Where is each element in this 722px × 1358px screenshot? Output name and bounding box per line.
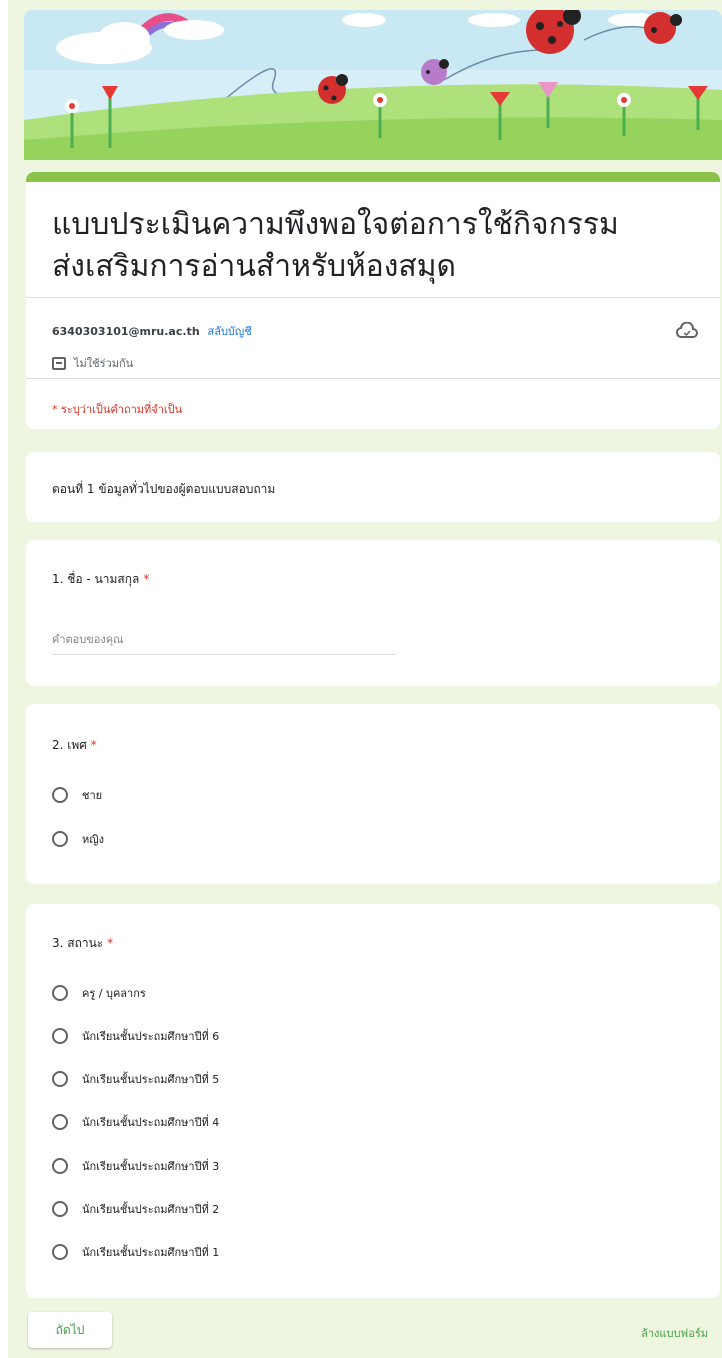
section-header-card: ตอนที่ 1 ข้อมูลทั่วไปของผู้ตอบแบบสอบถาม [26,452,720,522]
short-answer-input[interactable]: คำตอบของคุณ [52,630,396,655]
not-shared-icon [52,356,66,370]
question-title: 2. เพศ * [52,736,97,755]
question-card-gender: 2. เพศ * ชาย หญิง [26,704,720,884]
question-title-text: 3. สถานะ [52,936,104,950]
radio-button[interactable] [52,1158,68,1174]
radio-option[interactable]: หญิง [52,830,104,848]
option-label: ครู / บุคลากร [82,987,146,1000]
radio-button[interactable] [52,1244,68,1260]
radio-option[interactable]: ชาย [52,786,102,804]
radio-option[interactable]: นักเรียนชั้นประถมศึกษาปีที่ 5 [52,1070,219,1088]
question-card-name: 1. ชื่อ - นามสกุล * คำตอบของคุณ [26,540,720,686]
radio-button[interactable] [52,985,68,1001]
form-title-card: แบบประเมินความพึงพอใจต่อการใช้กิจกรรม ส่… [26,172,720,429]
option-label: นักเรียนชั้นประถมศึกษาปีที่ 4 [82,1116,220,1129]
radio-option[interactable]: นักเรียนชั้นประถมศึกษาปีที่ 6 [52,1027,219,1045]
radio-button[interactable] [52,1028,68,1044]
radio-option[interactable]: นักเรียนชั้นประถมศึกษาปีที่ 2 [52,1200,219,1218]
option-label: นักเรียนชั้นประถมศึกษาปีที่ 6 [82,1030,220,1043]
question-card-status: 3. สถานะ * ครู / บุคลากร นักเรียนชั้นประ… [26,904,720,1298]
form-title-line-2: ส่งเสริมการอ่านสำหรับห้องสมุด [52,249,457,284]
question-title-text: 2. เพศ [52,738,87,752]
required-asterisk: * [107,936,114,950]
radio-option[interactable]: นักเรียนชั้นประถมศึกษาปีที่ 3 [52,1157,219,1175]
required-asterisk: * [143,572,150,586]
radio-button[interactable] [52,1071,68,1087]
option-label: นักเรียนชั้นประถมศึกษาปีที่ 2 [82,1203,220,1216]
not-shared-indicator: ไม่ใช้ร่วมกัน [52,354,133,372]
section-title: ตอนที่ 1 ข้อมูลทั่วไปของผู้ตอบแบบสอบถาม [52,482,276,496]
question-title-text: 1. ชื่อ - นามสกุล [52,572,140,586]
window-edge [0,0,8,1358]
form-title: แบบประเมินความพึงพอใจต่อการใช้กิจกรรม ส่… [52,204,692,288]
question-title: 3. สถานะ * [52,934,113,953]
required-note: * ระบุว่าเป็นคำถามที่จำเป็น [52,403,183,416]
form-title-line-1: แบบประเมินความพึงพอใจต่อการใช้กิจกรรม [52,207,619,242]
next-button[interactable]: ถัดไป [28,1312,112,1348]
title-divider [26,297,720,298]
option-label: ชาย [82,789,103,802]
not-shared-label: ไม่ใช้ร่วมกัน [74,357,134,370]
option-label: นักเรียนชั้นประถมศึกษาปีที่ 1 [82,1246,220,1259]
radio-button[interactable] [52,787,68,803]
radio-option[interactable]: ครู / บุคลากร [52,984,146,1002]
radio-option[interactable]: นักเรียนชั้นประถมศึกษาปีที่ 1 [52,1243,219,1261]
radio-option[interactable]: นักเรียนชั้นประถมศึกษาปีที่ 4 [52,1113,219,1131]
account-divider [26,378,720,379]
cloud-save-icon [676,322,698,338]
radio-button[interactable] [52,831,68,847]
radio-button[interactable] [52,1114,68,1130]
account-email: 6340303101@mru.ac.th [52,325,200,338]
switch-account-link[interactable]: สลับบัญชี [208,325,252,338]
header-banner [24,10,722,160]
option-label: นักเรียนชั้นประถมศึกษาปีที่ 3 [82,1160,220,1173]
radio-button[interactable] [52,1201,68,1217]
option-label: หญิง [82,833,104,846]
clear-form-link[interactable]: ล้างแบบฟอร์ม [641,1324,708,1342]
question-title: 1. ชื่อ - นามสกุล * [52,570,149,589]
option-label: นักเรียนชั้นประถมศึกษาปีที่ 5 [82,1073,220,1086]
required-asterisk: * [90,738,97,752]
account-info: 6340303101@mru.ac.th สลับบัญชี [52,322,252,340]
form-page: แบบประเมินความพึงพอใจต่อการใช้กิจกรรม ส่… [0,0,722,1358]
